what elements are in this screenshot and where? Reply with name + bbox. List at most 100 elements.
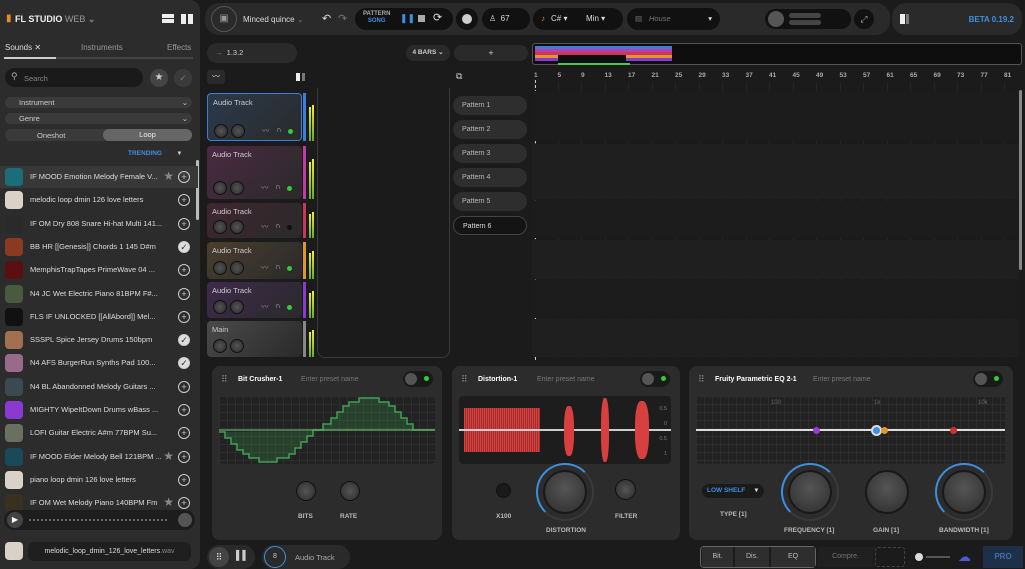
automation-icon[interactable]: 〰 [262,125,270,136]
bitcrusher-preset-input[interactable]: Enter preset name [301,376,359,383]
added-check-icon[interactable]: ✓ [178,357,190,369]
genre-filter[interactable]: Genre⌄ [5,113,192,124]
instrument-filter[interactable]: Instrument⌄ [5,97,192,108]
add-pattern-button[interactable]: + [454,45,528,61]
headphones-icon[interactable]: ∩ [275,301,280,310]
pattern-item[interactable]: Pattern 4 [453,168,527,187]
preview-waveform[interactable] [29,519,169,521]
automation-icon[interactable]: 〰 [261,182,269,193]
bitcrusher-power-toggle[interactable] [403,371,433,387]
drag-grid-icon[interactable]: ⠿ [221,374,228,385]
add-plus-icon[interactable]: + [178,474,190,486]
volume-knob[interactable] [213,220,227,234]
loop-option[interactable]: Loop [103,129,192,141]
waveform-view-icon[interactable]: ▌▌ [236,550,249,560]
list-item[interactable]: N4 BL Abandonned Melody Guitars ...+ [0,376,198,398]
add-plus-icon[interactable]: + [178,264,190,276]
volume-knob[interactable] [214,124,228,138]
volume-knob[interactable] [178,513,192,527]
zoom-slider[interactable] [926,556,950,558]
list-item[interactable]: SSSPL Spice Jersey Drums 150bpm✓ [0,329,198,351]
song-overview[interactable] [532,43,1022,65]
pattern-item[interactable]: Pattern 1 [453,96,527,115]
list-item[interactable]: MemphisTrapTapes PrimeWave 04 ...+ [0,259,198,281]
scale-select[interactable]: Min ▾ [586,8,605,30]
pan-knob[interactable] [230,220,244,234]
track-header[interactable]: Audio Track〰∩ [207,146,302,199]
panel-toggle-icon[interactable] [900,14,909,24]
selected-track-badge[interactable]: 8 Audio Track [262,545,350,569]
add-plus-icon[interactable]: + [178,451,190,463]
volume-knob[interactable] [213,181,227,195]
pro-button[interactable]: PRO [983,546,1023,568]
effect-tab-dis[interactable]: Dis. [735,547,769,567]
pause-icon[interactable]: ❚❚ [400,13,415,24]
tab-effects[interactable]: Effects [167,43,191,52]
add-plus-icon[interactable]: + [178,404,190,416]
star-icon[interactable]: ★ [163,169,174,183]
automation-icon[interactable]: 〰 [261,301,269,312]
pan-knob[interactable] [230,261,244,275]
gain-knob[interactable] [865,470,909,514]
track-lane[interactable] [532,144,1019,199]
add-plus-icon[interactable]: + [178,194,190,206]
eq-type-select[interactable]: LOW SHELF▾ [702,484,764,498]
list-item[interactable]: piano loop dmin 126 love letters+ [0,469,198,491]
volume-knob[interactable] [213,300,227,314]
now-playing-file[interactable]: melodic_loop_dmin_126_love_letters.wav [28,542,191,561]
play-icon[interactable]: ▶ [7,512,23,528]
list-item[interactable]: FLS IF UNLOCKED [[AllAbord]] Mel...+ [0,306,198,328]
eq-band-orange[interactable] [881,427,888,434]
rate-knob[interactable] [340,481,360,501]
fullscreen-icon[interactable]: ⤢ [854,9,874,29]
master-volume-knob[interactable] [768,11,784,27]
track-header[interactable]: Audio Track〰∩ [207,93,302,141]
bits-knob[interactable] [296,481,316,501]
add-plus-icon[interactable]: + [178,311,190,323]
key-select[interactable]: C# ▾ [551,8,567,30]
list-item[interactable]: melodic loop dmin 126 love letters+ [0,189,198,211]
app-name[interactable]: FL STUDIO WEB ⌄ [15,14,95,25]
track-lane[interactable] [532,91,1019,141]
track-lane[interactable] [532,201,1019,238]
headphones-icon[interactable]: ∩ [276,125,281,134]
star-icon[interactable]: ★ [163,495,174,509]
effect-tab-bit[interactable]: Bit. [702,547,733,567]
pan-knob[interactable] [230,339,244,353]
distortion-power-toggle[interactable] [640,371,670,387]
add-plus-icon[interactable]: + [178,171,190,183]
eq-band-red[interactable] [950,427,957,434]
tab-instruments[interactable]: Instruments [81,43,123,52]
added-check-icon[interactable]: ✓ [178,334,190,346]
favorites-star-icon[interactable]: ★ [150,69,168,87]
tab-sounds[interactable]: Sounds ✕ [5,43,41,52]
mute-led[interactable] [287,266,292,271]
bar-length-select[interactable]: 4 BARS ⌄ [406,45,450,61]
pattern-item[interactable]: Pattern 3 [453,144,527,163]
add-plus-icon[interactable]: + [178,288,190,300]
pan-knob[interactable] [230,300,244,314]
list-item[interactable]: LOFI Guitar Electric A#m 77BPM Su...+ [0,422,198,444]
eq-preset-input[interactable]: Enter preset name [813,376,871,383]
track-header[interactable]: Audio Track〰∩ [207,203,302,238]
list-item[interactable]: BB HR [[Genesis]] Chords 1 145 D#m✓ [0,236,198,258]
add-plus-icon[interactable]: + [178,427,190,439]
tempo-field[interactable]: ♙ 67 [482,8,530,30]
volume-knob[interactable] [213,261,227,275]
x100-button[interactable] [496,483,511,498]
list-item[interactable]: IF OM Dry 808 Snare Hi-hat Multi 141...+ [0,213,198,235]
pan-knob[interactable] [231,124,245,138]
drag-grid-icon[interactable]: ⠿ [461,374,468,385]
genre-select[interactable]: ▤House▾ [627,8,720,30]
added-check-icon[interactable]: ✓ [174,69,192,87]
stop-icon[interactable] [418,15,425,22]
mute-led[interactable] [287,186,292,191]
track-lane[interactable] [532,240,1019,279]
list-item[interactable]: MIGHTY WipeItDown Drums wBass ...+ [0,399,198,421]
bandwidth-knob[interactable] [942,470,986,514]
track-lane[interactable] [532,280,1019,318]
filter-knob[interactable] [615,479,636,500]
undo-icon[interactable]: ↶ [322,12,331,25]
list-item[interactable]: IF MOOD Elder Melody Bell 121BPM ...★+ [0,446,198,468]
master-volume[interactable] [765,9,851,29]
